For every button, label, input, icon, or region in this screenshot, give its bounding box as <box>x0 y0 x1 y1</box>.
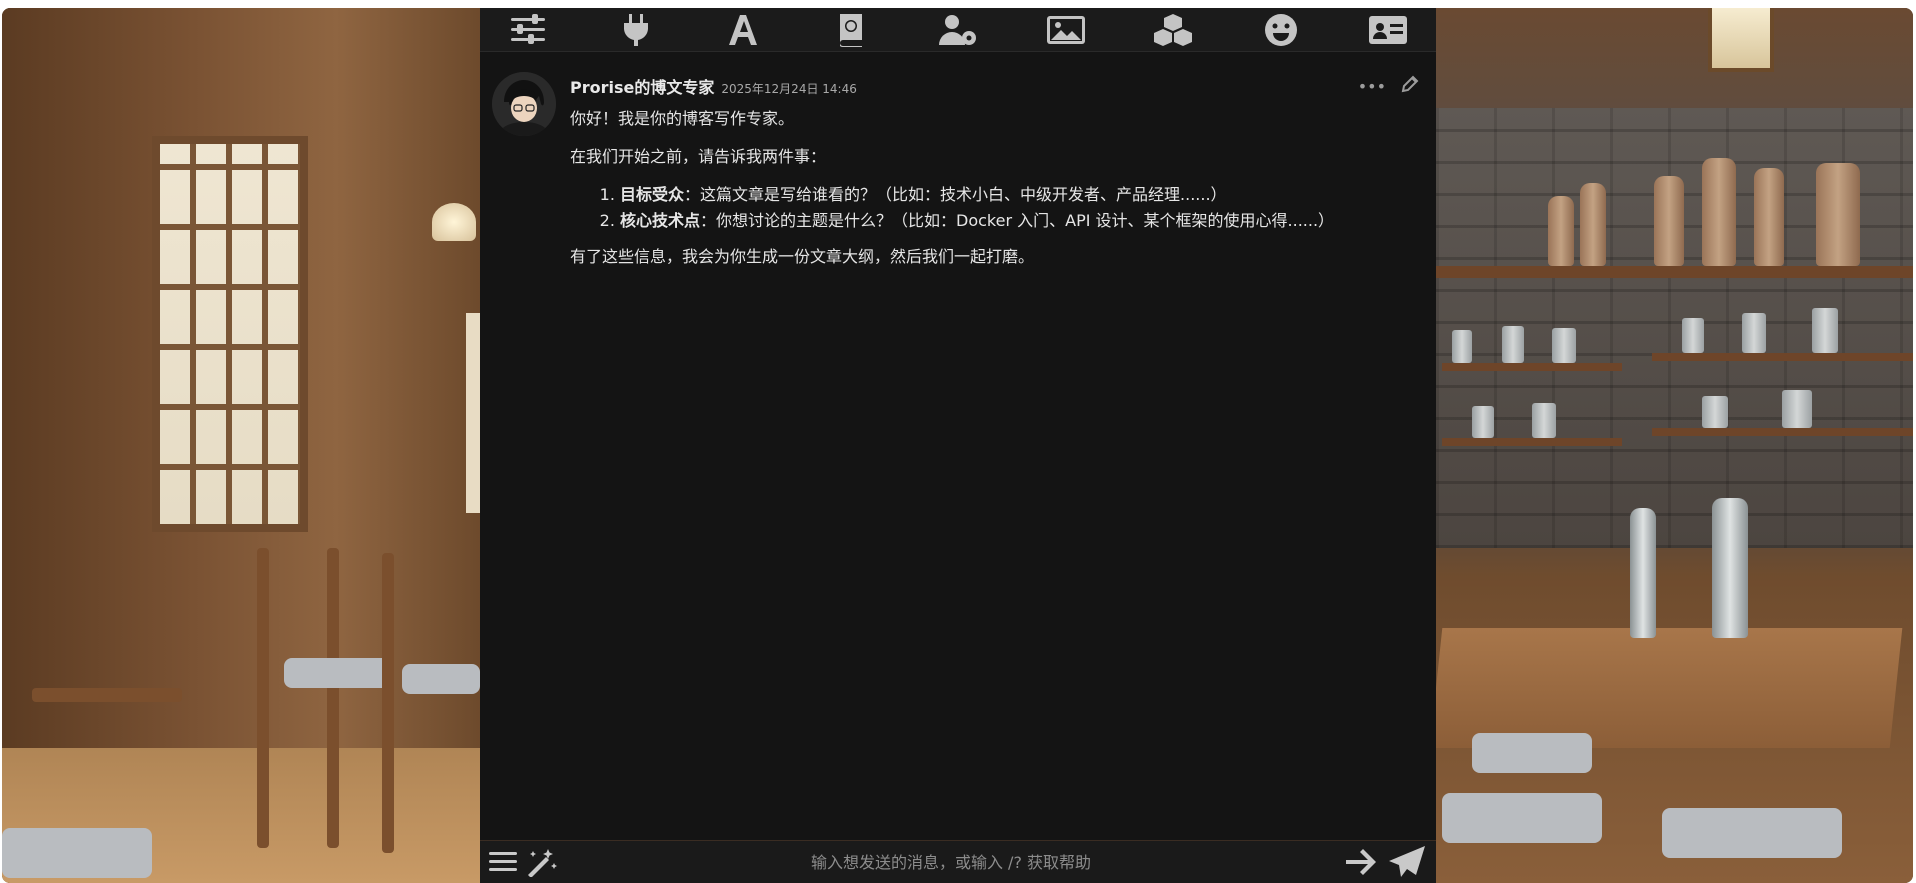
arrow-right-icon[interactable] <box>1344 847 1378 877</box>
background-table <box>1429 628 1903 748</box>
sliders-icon[interactable] <box>504 10 552 50</box>
background-bottle <box>1816 163 1860 266</box>
background-chair-seat <box>1662 808 1842 858</box>
send-icon[interactable] <box>1388 845 1426 879</box>
background-bottle <box>1548 196 1574 266</box>
background-shelf <box>1436 266 1913 278</box>
message-header: Prorise的博文专家 2025年12月24日 14:46 <box>570 74 857 98</box>
background-chair-seat <box>2 828 152 878</box>
background-cup <box>1782 390 1812 428</box>
avatar[interactable] <box>492 72 556 136</box>
input-left-tools <box>480 847 558 877</box>
sender-name[interactable]: Prorise的博文专家 <box>570 74 714 98</box>
background-bottle <box>1654 176 1684 266</box>
background-bottle <box>1630 508 1656 638</box>
requirements-list: 目标受众：这篇文章是写给谁看的？（比如：技术小白、中级开发者、产品经理.....… <box>570 182 1400 234</box>
menu-icon[interactable] <box>488 847 518 877</box>
user-gear-icon[interactable] <box>934 10 982 50</box>
background-chair <box>327 548 339 848</box>
background-lamp <box>432 203 476 241</box>
background-cup <box>1452 330 1472 363</box>
list-item: 核心技术点：你想讨论的主题是什么？（比如：Docker 入门、API 设计、某个… <box>620 208 1400 234</box>
chat-panel: Prorise的博文专家 2025年12月24日 14:46 ••• 你好！我是… <box>480 8 1436 883</box>
background-cup <box>1682 318 1704 353</box>
edit-icon[interactable] <box>1400 74 1420 98</box>
message-input[interactable] <box>558 844 1344 880</box>
background-cup <box>1532 403 1556 438</box>
background-bottle <box>1702 158 1736 266</box>
list-item-label: 目标受众 <box>620 185 685 204</box>
background-window <box>152 136 308 532</box>
app-frame: Prorise的博文专家 2025年12月24日 14:46 ••• 你好！我是… <box>2 8 1913 883</box>
more-options-icon[interactable]: ••• <box>1358 77 1386 96</box>
smile-icon[interactable] <box>1257 10 1305 50</box>
background-shelf <box>1652 353 1913 361</box>
background-shelf <box>1442 363 1622 371</box>
background-chair-seat <box>284 658 394 688</box>
background-chair <box>257 548 269 848</box>
background-chair-seat <box>1472 733 1592 773</box>
message-body: 你好！我是你的博客写作专家。 在我们开始之前，请告诉我两件事： 目标受众：这篇文… <box>570 106 1400 282</box>
background-bottle <box>1580 183 1606 266</box>
list-item-label: 核心技术点 <box>620 211 701 230</box>
background-shelf <box>1652 428 1913 436</box>
background-chair-seat <box>1442 793 1602 843</box>
greeting-text: 你好！我是你的博客写作专家。 <box>570 109 795 128</box>
font-icon[interactable] <box>719 10 767 50</box>
cubes-icon[interactable] <box>1149 10 1197 50</box>
background-cup <box>1812 308 1838 353</box>
background-window-2 <box>466 313 480 513</box>
magic-wand-icon[interactable] <box>524 847 558 877</box>
background-chair <box>32 688 182 702</box>
list-item: 目标受众：这篇文章是写给谁看的？（比如：技术小白、中级开发者、产品经理.....… <box>620 182 1400 208</box>
background-bottle <box>1712 498 1748 638</box>
image-icon[interactable] <box>1042 10 1090 50</box>
background-cup <box>1552 328 1576 363</box>
background-cup <box>1702 396 1728 428</box>
background-cup <box>1742 313 1766 353</box>
outro-text: 有了这些信息，我会为你生成一份文章大纲，然后我们一起打磨。 <box>570 247 1035 266</box>
intro-text: 在我们开始之前，请告诉我两件事： <box>570 147 827 166</box>
input-right-tools <box>1344 845 1436 879</box>
background-chair-seat <box>402 664 480 694</box>
background-cup <box>1502 326 1524 363</box>
top-toolbar <box>480 8 1436 52</box>
plug-icon[interactable] <box>612 10 660 50</box>
list-item-text: ：你想讨论的主题是什么？（比如：Docker 入门、API 设计、某个框架的使用… <box>700 211 1335 230</box>
message-tools: ••• <box>1358 74 1420 98</box>
book-icon[interactable] <box>827 10 875 50</box>
background-bottle <box>1754 168 1784 266</box>
background-chair <box>382 553 394 853</box>
background-cup <box>1472 406 1494 438</box>
input-bar <box>480 840 1436 883</box>
message-timestamp: 2025年12月24日 14:46 <box>721 82 857 96</box>
background-shelf <box>1442 438 1622 446</box>
background-lamp-right <box>1708 8 1774 72</box>
list-item-text: ：这篇文章是写给谁看的？（比如：技术小白、中级开发者、产品经理......） <box>684 185 1227 204</box>
id-card-icon[interactable] <box>1364 10 1412 50</box>
